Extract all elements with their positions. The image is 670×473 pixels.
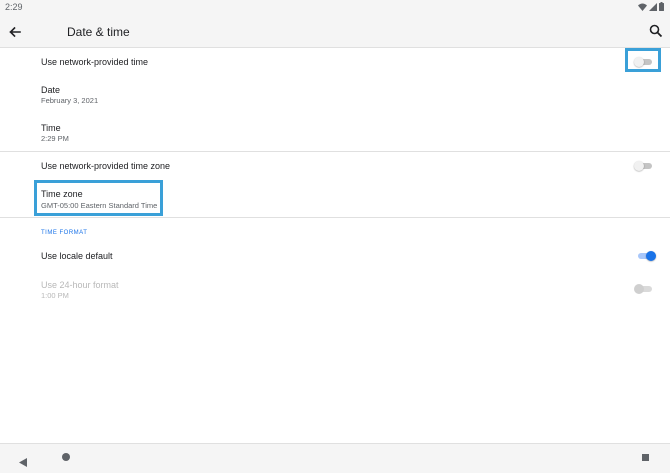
locale-default-label: Use locale default bbox=[41, 251, 113, 261]
app-bar: Date & time bbox=[0, 16, 670, 48]
time-setting[interactable]: Time 2:29 PM bbox=[0, 116, 670, 152]
battery-icon bbox=[659, 2, 664, 11]
back-arrow-icon[interactable] bbox=[6, 23, 24, 41]
status-time: 2:29 bbox=[5, 2, 23, 12]
network-time-setting[interactable]: Use network-provided time bbox=[0, 49, 670, 75]
network-time-toggle-highlight bbox=[625, 48, 661, 72]
24-hour-format-label: Use 24-hour format bbox=[41, 280, 119, 290]
locale-default-toggle[interactable] bbox=[636, 250, 656, 262]
network-timezone-setting[interactable]: Use network-provided time zone bbox=[0, 153, 670, 179]
status-bar: 2:29 bbox=[0, 0, 670, 16]
nav-recents-icon[interactable] bbox=[642, 454, 649, 461]
time-value: 2:29 PM bbox=[41, 134, 69, 143]
nav-back-icon[interactable] bbox=[19, 454, 27, 472]
nav-home-icon[interactable] bbox=[62, 453, 70, 461]
search-icon[interactable] bbox=[648, 23, 664, 39]
locale-default-setting[interactable]: Use locale default bbox=[0, 243, 670, 269]
wifi-icon bbox=[638, 3, 647, 11]
time-label: Time bbox=[41, 123, 61, 133]
divider bbox=[0, 151, 670, 152]
24-hour-format-value: 1:00 PM bbox=[41, 291, 69, 300]
date-setting[interactable]: Date February 3, 2021 bbox=[0, 78, 670, 114]
system-nav-bar bbox=[0, 443, 670, 473]
signal-icon bbox=[649, 2, 657, 11]
page-title: Date & time bbox=[67, 25, 130, 39]
date-label: Date bbox=[41, 85, 61, 95]
24-hour-format-setting: Use 24-hour format 1:00 PM bbox=[0, 274, 670, 304]
status-icons bbox=[638, 2, 664, 11]
time-format-header: TIME FORMAT bbox=[41, 230, 88, 236]
network-timezone-toggle[interactable] bbox=[634, 160, 654, 172]
network-timezone-label: Use network-provided time zone bbox=[41, 161, 171, 171]
network-time-label: Use network-provided time bbox=[41, 57, 149, 67]
divider bbox=[0, 217, 670, 218]
date-value: February 3, 2021 bbox=[41, 96, 99, 105]
24-hour-format-toggle bbox=[634, 283, 654, 295]
timezone-highlight bbox=[34, 180, 163, 216]
